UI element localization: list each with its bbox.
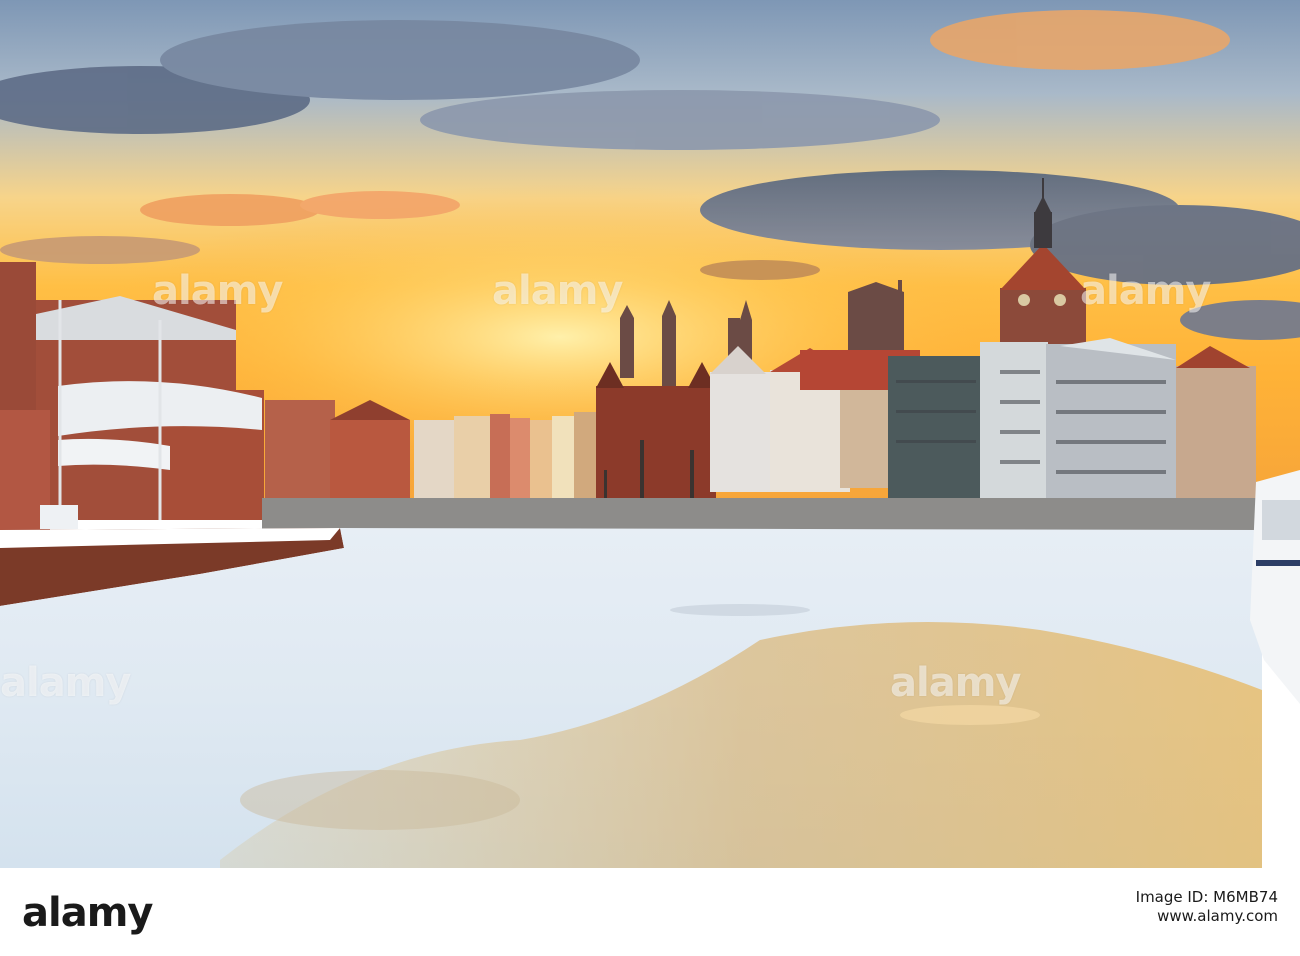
left-museum [0,262,264,532]
scene-svg [0,0,1300,868]
stock-url: www.alamy.com [1157,906,1278,925]
winter-river-photo: alamy alamy alamy alamy alamy [0,0,1300,868]
alamy-logo: alamy [22,890,153,936]
far-embankment [262,498,1262,532]
image-id-label: Image ID: M6MB74 [1135,888,1278,906]
stock-footer: alamy Image ID: M6MB74 www.alamy.com [0,868,1300,956]
stock-id-block: Image ID: M6MB74 www.alamy.com [1136,888,1278,926]
photo-stage: alamy alamy alamy alamy alamy alamy Imag… [0,0,1300,956]
